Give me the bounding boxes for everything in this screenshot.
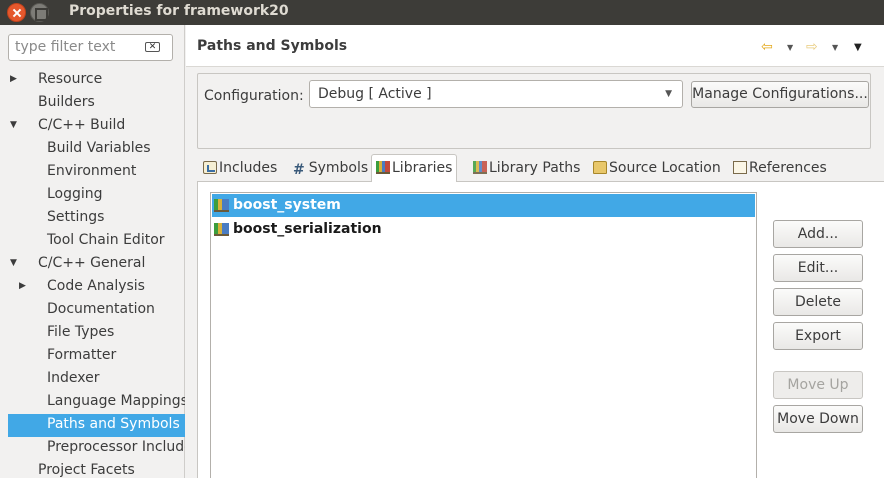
library-name: boost_serialization	[233, 221, 382, 237]
filter-box: ✕	[8, 34, 173, 61]
tab-label: Symbols	[308, 160, 369, 176]
tab-includes[interactable]: Includes	[203, 156, 277, 182]
library-row[interactable]: boost_serialization	[212, 218, 755, 241]
tree-item-label: Language Mappings	[47, 393, 185, 409]
tree-item-label: Settings	[47, 209, 105, 225]
tree-item[interactable]: ▼ C/C++ Build	[0, 115, 185, 138]
tree-item-label: Paths and Symbols	[47, 416, 180, 432]
page-header: Paths and Symbols ⇦ ▼ ⇨ ▼ ▼	[186, 25, 884, 67]
tree-item-label: Preprocessor Include Paths	[47, 439, 185, 455]
back-dropdown-icon[interactable]: ▼	[787, 43, 793, 59]
close-window-button[interactable]	[7, 3, 26, 22]
tree-item[interactable]: Builders	[0, 92, 185, 115]
includes-icon	[203, 161, 217, 174]
move-down-button[interactable]: Move Down	[773, 405, 863, 433]
tree-item[interactable]: ▶ Resource	[0, 69, 185, 92]
configuration-group: Configuration: Debug [ Active ] ▼ Manage…	[197, 73, 871, 149]
tree-item[interactable]: Settings	[0, 207, 185, 230]
tab-label: References	[749, 160, 827, 176]
tree-item-label: File Types	[47, 324, 115, 340]
library-icon	[214, 223, 229, 236]
move-up-button[interactable]: Move Up	[773, 371, 863, 399]
filter-input[interactable]	[15, 39, 140, 55]
tab-label: Source Location	[609, 160, 721, 176]
chevron-right-icon[interactable]: ▶	[10, 69, 17, 90]
tree-item[interactable]: Logging	[0, 184, 185, 207]
tree-item-label: Formatter	[47, 347, 117, 363]
tab-label: Includes	[219, 160, 278, 176]
delete-button[interactable]: Delete	[773, 288, 863, 316]
library-row[interactable]: boost_system	[212, 194, 755, 217]
tree-item[interactable]: Build Variables	[0, 138, 185, 161]
tree-item[interactable]: Paths and Symbols	[8, 414, 185, 437]
chevron-down-icon[interactable]: ▼	[10, 253, 17, 274]
chevron-down-icon: ▼	[665, 89, 672, 99]
tree-item[interactable]: Environment	[0, 161, 185, 184]
library-path-icon	[473, 161, 487, 174]
hash-icon: #	[293, 162, 305, 178]
tree-item-label: Resource	[38, 71, 103, 87]
tab-label: Library Paths	[489, 160, 581, 176]
forward-dropdown-icon[interactable]: ▼	[832, 43, 838, 59]
tree-item-label: Project Facets	[38, 462, 135, 478]
tab-bar: Includes # Symbols Libraries Library Path…	[197, 154, 884, 183]
tab-label: Libraries	[392, 160, 453, 176]
tree-item[interactable]: Preprocessor Include Paths	[0, 437, 185, 460]
tab-symbols[interactable]: # Symbols	[293, 156, 368, 182]
configuration-label: Configuration:	[204, 88, 304, 104]
tab-libraries[interactable]: Libraries	[371, 154, 458, 183]
view-menu-icon[interactable]: ▼	[854, 42, 862, 58]
tree-item-label: Code Analysis	[47, 278, 145, 294]
configuration-select[interactable]: Debug [ Active ] ▼	[309, 80, 683, 108]
chevron-down-icon[interactable]: ▼	[10, 115, 17, 136]
tree-item[interactable]: Formatter	[0, 345, 185, 368]
chevron-right-icon[interactable]: ▶	[19, 276, 26, 297]
tree-item[interactable]: ▼ C/C++ General	[0, 253, 185, 276]
tree-item-label: Indexer	[47, 370, 100, 386]
preferences-tree-panel: ✕ ▶ Resource Builders ▼ C/C++ Build Build Var…	[0, 25, 185, 478]
page-title: Paths and Symbols	[197, 38, 348, 54]
tree-item[interactable]: Tool Chain Editor	[0, 230, 185, 253]
window-title: Properties for framework20	[69, 3, 289, 19]
property-tree: ▶ Resource Builders ▼ C/C++ Build Build Varia…	[0, 69, 185, 478]
export-button[interactable]: Export	[773, 322, 863, 350]
edit-button[interactable]: Edit...	[773, 254, 863, 282]
tab-library-paths[interactable]: Library Paths	[473, 156, 580, 182]
tree-item-label: Logging	[47, 186, 103, 202]
library-icon	[214, 199, 229, 212]
tree-item[interactable]: Language Mappings	[0, 391, 185, 414]
tree-item[interactable]: Documentation	[0, 299, 185, 322]
manage-configurations-button[interactable]: Manage Configurations...	[691, 81, 869, 108]
tab-source-location[interactable]: Source Location	[593, 156, 721, 182]
clear-filter-icon[interactable]: ✕	[145, 42, 160, 52]
maximize-window-button[interactable]	[30, 3, 49, 22]
add-button[interactable]: Add...	[773, 220, 863, 248]
tree-item[interactable]: Indexer	[0, 368, 185, 391]
libraries-list[interactable]: boost_system boost_serialization	[210, 192, 757, 478]
library-name: boost_system	[233, 197, 341, 213]
references-icon	[733, 161, 747, 174]
tab-references[interactable]: References	[733, 156, 827, 182]
configuration-value: Debug [ Active ]	[318, 86, 432, 102]
folder-icon	[593, 161, 607, 174]
back-arrow-icon[interactable]: ⇦	[761, 39, 773, 55]
tree-item[interactable]: Project Facets	[0, 460, 185, 478]
libraries-tab-content: boost_system boost_serialization Add... E…	[197, 182, 884, 478]
tree-item-label: Builders	[38, 94, 95, 110]
forward-arrow-icon[interactable]: ⇨	[806, 39, 818, 55]
tree-item-label: Build Variables	[47, 140, 151, 156]
tree-item-label: C/C++ General	[38, 255, 146, 271]
tree-item[interactable]: File Types	[0, 322, 185, 345]
tree-item-label: Environment	[47, 163, 137, 179]
property-page: Paths and Symbols ⇦ ▼ ⇨ ▼ ▼ Configuratio…	[186, 25, 884, 478]
tree-item-label: Tool Chain Editor	[47, 232, 165, 248]
library-icon	[376, 161, 390, 174]
tree-item[interactable]: ▶ Code Analysis	[0, 276, 185, 299]
title-bar: Properties for framework20	[0, 0, 884, 25]
tree-item-label: Documentation	[47, 301, 155, 317]
tree-item-label: C/C++ Build	[38, 117, 126, 133]
